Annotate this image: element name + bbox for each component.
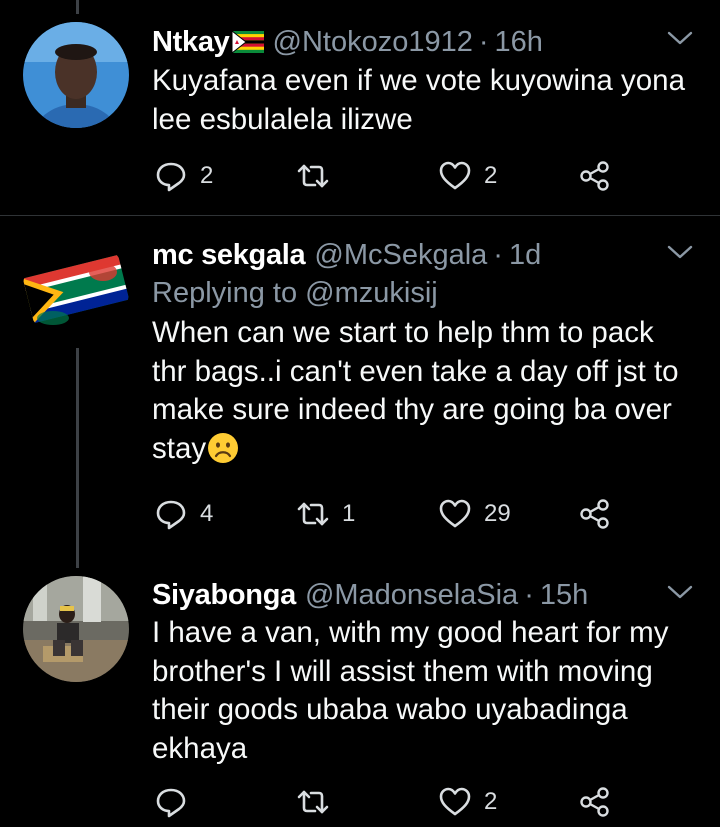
replying-to-label: Replying to [152,277,298,309]
share-icon [580,161,609,191]
heart-icon [439,161,471,190]
like-count: 29 [484,500,511,527]
like-button[interactable]: 2 [438,156,497,196]
share-button[interactable] [578,494,612,534]
replying-to-handle[interactable]: @mzukisij [305,277,438,309]
share-button[interactable] [578,782,612,822]
retweet-button[interactable] [296,156,342,196]
retweet-icon [297,502,329,526]
display-name[interactable]: Siyabonga [152,576,296,614]
avatar[interactable] [23,236,129,342]
avatar[interactable] [23,576,129,682]
chevron-down-icon[interactable] [666,28,694,48]
tweet-text: Kuyafana even if we vote kuyowina yona l… [152,64,685,136]
tweet-text: I have a van, with my good heart for my … [152,616,669,765]
tweet-actions: 4 1 29 [152,494,622,534]
heart-icon [439,499,471,528]
like-count: 2 [484,162,498,189]
tweet-actions: 2 [152,782,622,822]
tweet-header: Ntkay @Ntokozo1912 · 16h [152,23,700,61]
like-button[interactable]: 29 [438,494,511,534]
share-icon [580,499,609,529]
user-handle[interactable]: @McSekgala [314,236,487,274]
chevron-down-icon[interactable] [666,242,694,262]
separator-dot: · [524,579,534,611]
retweet-button[interactable]: 1 [296,494,355,534]
tweet-mc-sekgala[interactable]: mc sekgala @McSekgala · 1d Replying to @… [0,216,720,556]
display-name[interactable]: Ntkay [152,23,230,61]
tweet-text: When can we start to help thm to pack th… [152,314,700,468]
frowning-face-emoji [208,432,239,463]
tweet-header: Siyabonga @MadonselaSia · 15h [152,576,700,614]
reply-button[interactable] [154,782,200,822]
user-handle[interactable]: @Ntokozo1912 [273,23,473,61]
tweet-ntkay[interactable]: Ntkay @Ntokozo1912 · 16h Kuyafana even i… [0,0,720,215]
tweet-header: mc sekgala @McSekgala · 1d [152,236,700,274]
share-button[interactable] [578,156,612,196]
timestamp[interactable]: 16h [495,23,543,61]
chevron-down-icon[interactable] [666,582,694,602]
timestamp[interactable]: 15h [540,576,588,614]
reply-icon [156,162,186,192]
tweet-siyabonga[interactable]: Siyabonga @MadonselaSia · 15h I have a v… [0,556,720,827]
separator-dot: · [478,26,489,58]
reply-icon [156,788,186,818]
retweet-button[interactable] [296,782,342,822]
avatar[interactable] [23,22,129,128]
reply-icon [156,500,186,530]
retweet-icon [297,790,329,814]
zimbabwe-flag-emoji [231,31,264,53]
retweet-count: 1 [342,500,356,527]
user-handle[interactable]: @MadonselaSia [305,576,518,614]
retweet-icon [297,164,329,188]
display-name[interactable]: mc sekgala [152,236,306,274]
reply-count: 4 [200,500,214,527]
timestamp[interactable]: 1d [509,236,541,274]
reply-button[interactable]: 2 [154,156,213,196]
like-count: 2 [484,788,498,815]
separator-dot: · [493,239,503,271]
reply-count: 2 [200,162,214,189]
tweet-actions: 2 2 [152,156,622,196]
reply-button[interactable]: 4 [154,494,213,534]
share-icon [580,787,609,817]
heart-icon [439,787,471,816]
like-button[interactable]: 2 [438,782,497,822]
replying-to: Replying to @mzukisij [152,274,700,312]
